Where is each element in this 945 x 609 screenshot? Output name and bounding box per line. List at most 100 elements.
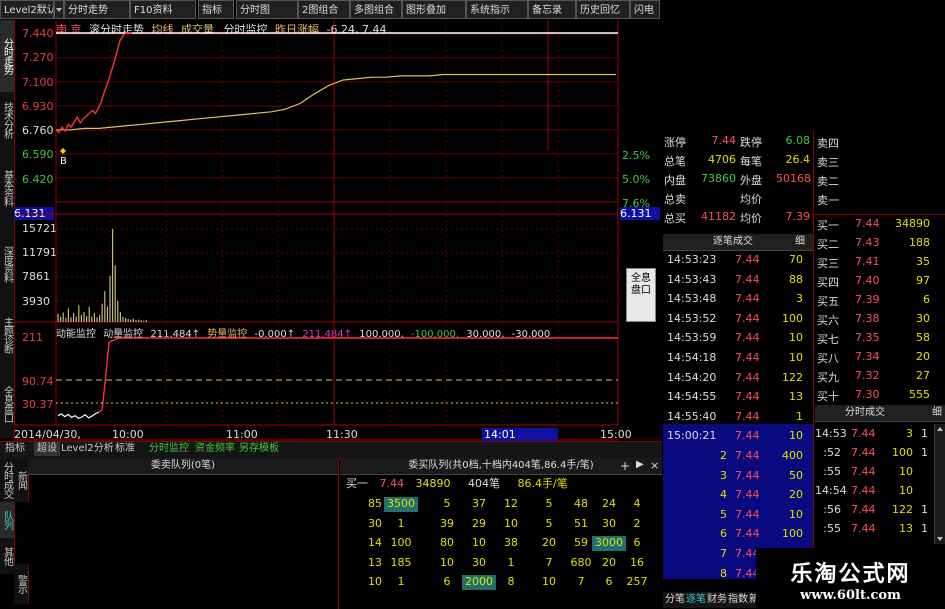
- buy-level-label: 买四: [817, 276, 839, 289]
- close-icon[interactable]: ×: [650, 459, 659, 472]
- quote-label: 外盘: [740, 174, 762, 187]
- tab-indicator[interactable]: 指标: [2, 442, 28, 456]
- queue-cell: 3500: [384, 497, 418, 512]
- tick-volume: 10: [789, 331, 803, 345]
- queue-cell: 80: [440, 536, 454, 549]
- buy-level-price: 7.32: [855, 369, 880, 382]
- quote-value: 6.08: [785, 134, 811, 147]
- sidetab-queue[interactable]: 队列: [0, 502, 15, 538]
- scroll-arrows-icon: [937, 427, 943, 541]
- buy-queue-avg: 86.4手/笔: [517, 477, 568, 490]
- buy-level-row: 买六 7.38 30: [815, 312, 945, 331]
- queue-cell: 6: [443, 575, 451, 588]
- sell-level-label: 卖四: [817, 137, 839, 150]
- buy-level-label: 买五: [817, 295, 839, 308]
- buy-level-price: 7.38: [855, 312, 880, 325]
- sidetab-alert[interactable]: 警示: [14, 564, 29, 604]
- sidetab-other[interactable]: 其他: [0, 538, 15, 574]
- queue-cell: 5: [545, 516, 553, 530]
- tick-time: 5: [720, 507, 727, 521]
- plus-icon[interactable]: +: [620, 459, 630, 473]
- tick-volume: 50: [789, 468, 803, 482]
- buy-level-volume: 35: [916, 255, 930, 268]
- ticks-detail-button[interactable]: 细: [795, 234, 805, 250]
- tick-price: 7.44: [735, 507, 760, 521]
- tick-time: 14:54:18: [667, 351, 717, 364]
- tick-price: 7.44: [735, 351, 760, 364]
- full-quote-button[interactable]: 全息盘口: [626, 268, 656, 322]
- buy-level-price: 7.43: [855, 236, 880, 249]
- sell-level-label: 卖二: [817, 175, 839, 188]
- buy-level-label: 买八: [817, 352, 839, 365]
- tab-index[interactable]: 指数: [728, 592, 748, 608]
- tick-time: 8: [720, 566, 727, 580]
- tab-standard[interactable]: 标准: [112, 442, 138, 456]
- sidetab-news[interactable]: 新闻: [14, 458, 29, 502]
- tick-volume: 100: [782, 311, 803, 325]
- queue-cell: 39: [440, 516, 454, 530]
- buy-level-label: 买二: [817, 238, 839, 251]
- tick-row: 5 7.44 10: [663, 508, 808, 527]
- tab-minute-monitor[interactable]: 分时监控: [146, 442, 192, 456]
- minute-count: 1: [921, 503, 928, 516]
- tick-row: 14:54:55 7.44 13: [663, 390, 808, 409]
- minute-volume: 122: [892, 503, 913, 516]
- full-quote-label: 全息盘口: [631, 273, 651, 296]
- queue-cell: 16: [630, 555, 644, 569]
- minute-time: :55: [823, 522, 841, 535]
- queue-cell: 29: [472, 516, 486, 530]
- quote-value: 4706: [708, 153, 736, 166]
- sell-queue-title: 委卖队列(0笔): [28, 458, 338, 475]
- tick-row: 2 7.44 400: [663, 449, 808, 468]
- buy-queue-summary: 买一 7.44 34890 404笔 86.4手/笔: [346, 475, 568, 491]
- tick-time: 14:53:23: [667, 253, 717, 266]
- tick-price: 7.44: [735, 292, 760, 306]
- tab-save-template[interactable]: 另存模板: [236, 442, 282, 456]
- queue-cell: 2: [633, 516, 641, 530]
- quote-label: 均价: [740, 212, 762, 225]
- queue-cell: 100: [390, 536, 412, 549]
- buy-queue-level: 买一: [346, 477, 368, 490]
- minute-detail-button[interactable]: 细: [932, 405, 942, 421]
- tick-time: 14:54:20: [667, 370, 717, 384]
- tick-price: 7.44: [735, 390, 760, 404]
- b-marker-icon: [60, 148, 66, 154]
- tab-settings[interactable]: 超设: [34, 442, 60, 456]
- buy-level-volume: 188: [909, 236, 930, 249]
- arrow-right-icon[interactable]: ▶: [636, 459, 644, 470]
- tab-finance[interactable]: 财务: [707, 592, 727, 608]
- average-price-line: [56, 73, 616, 131]
- time-axis-label: 15:00: [600, 428, 632, 441]
- tick-time: 6: [720, 527, 727, 541]
- watermark-url: www.60lt.com: [800, 588, 901, 603]
- tab-level2-analysis[interactable]: Level2分析: [58, 442, 117, 456]
- price-line: [55, 32, 132, 134]
- quote-value: 50168: [776, 172, 811, 185]
- tab-tick[interactable]: 分笔: [665, 592, 685, 608]
- sell-level-label: 卖三: [817, 156, 839, 169]
- buy-queue-title: 委买队列(共0档,十档内404笔,86.4手/笔): [340, 458, 662, 475]
- book-divider: [813, 214, 945, 215]
- ticks-title: 逐笔成交: [713, 236, 753, 247]
- minute-row: :52 7.44 100 1: [815, 446, 945, 463]
- minute-row: :56 7.44 122 1: [815, 503, 945, 520]
- buy-level-volume: 27: [916, 369, 930, 382]
- tab-fund-frequency[interactable]: 资金频率: [192, 442, 238, 456]
- buy-level-row: 买五 7.39 6: [815, 293, 945, 312]
- minute-scrollbar[interactable]: [934, 424, 945, 544]
- sidetab-minute-trades[interactable]: 分时成交: [0, 458, 15, 502]
- buy-level-row: 买一 7.44 34890: [815, 217, 945, 236]
- buy-level-row: 买四 7.40 97: [815, 274, 945, 293]
- minute-volume: 10: [899, 484, 913, 497]
- tab-each-tick[interactable]: 逐笔: [686, 592, 706, 608]
- queue-cell: 2000: [462, 575, 496, 590]
- minute-volume: 10: [899, 465, 913, 478]
- tick-time: 14:53:43: [667, 272, 717, 286]
- tick-price: 7.44: [735, 468, 760, 482]
- minute-time: :52: [823, 446, 841, 459]
- queue-cell: 10: [504, 516, 518, 530]
- tick-price: 7.44: [735, 253, 760, 266]
- minute-price: 7.44: [851, 465, 876, 478]
- tick-price: 7.44: [735, 409, 760, 423]
- tick-row: 3 7.44 50: [663, 469, 808, 488]
